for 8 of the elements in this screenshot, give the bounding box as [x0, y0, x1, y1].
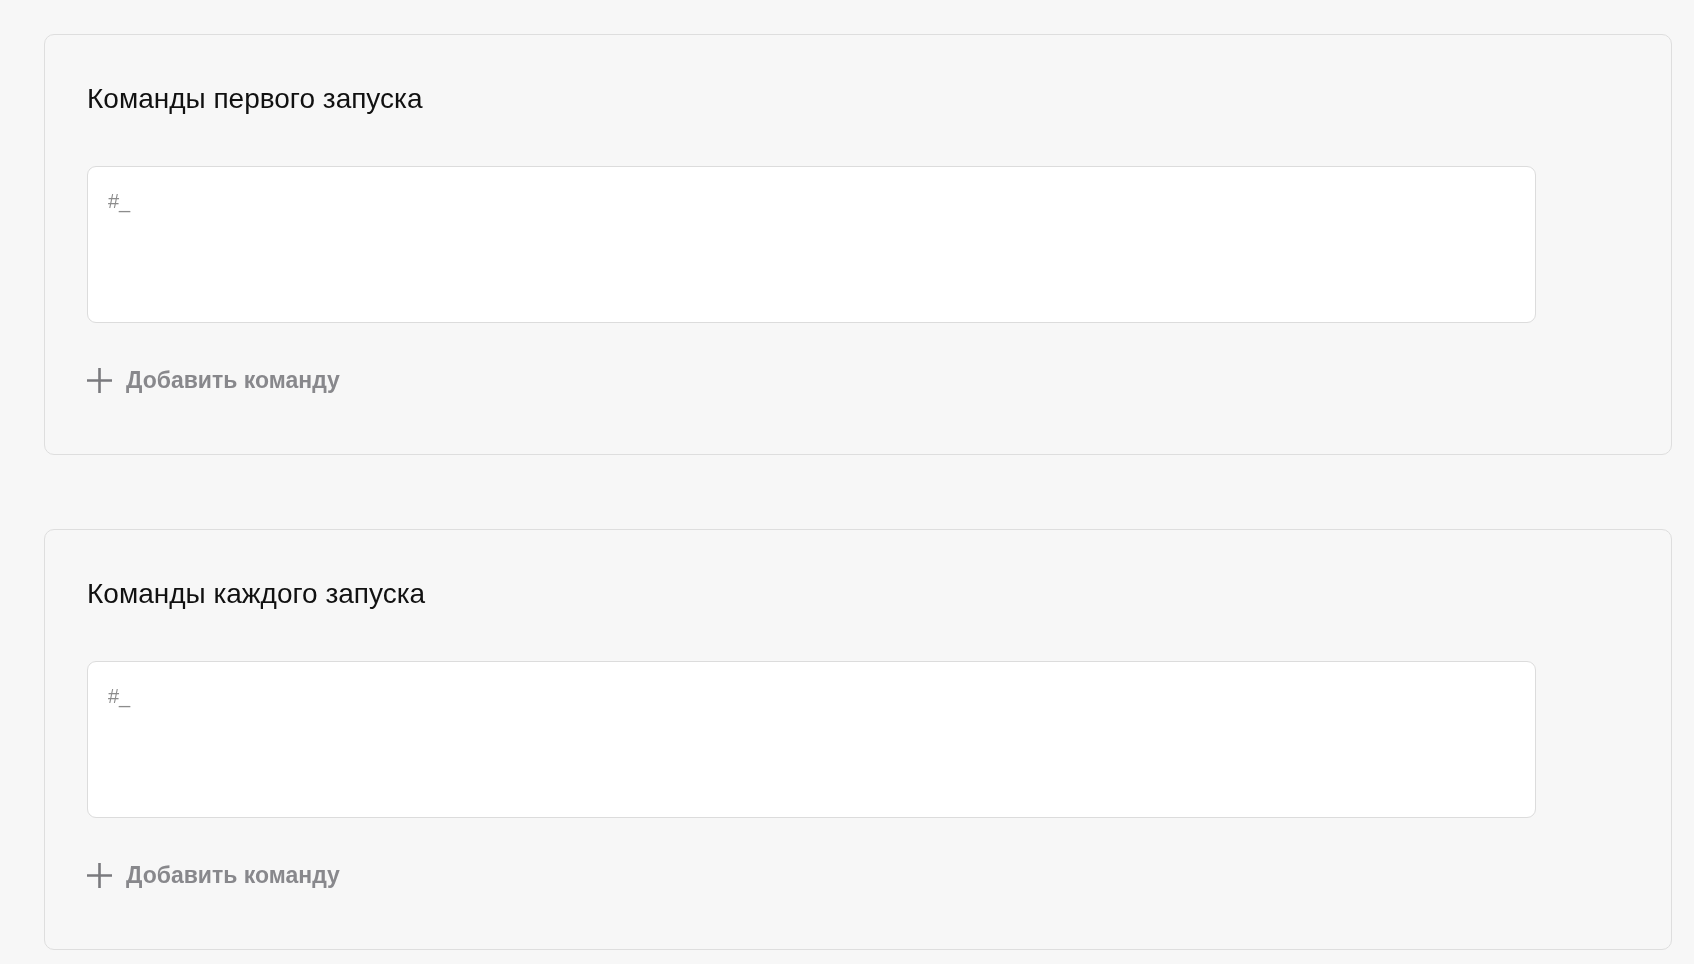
add-command-button[interactable]: Добавить команду	[87, 859, 340, 891]
section-title: Команды каждого запуска	[87, 577, 426, 611]
command-field[interactable]: #_	[87, 166, 1536, 323]
add-command-button[interactable]: Добавить команду	[87, 364, 340, 396]
plus-icon	[87, 367, 112, 393]
section-title: Команды первого запуска	[87, 82, 423, 116]
command-field[interactable]: #_	[87, 661, 1536, 818]
plus-icon	[87, 862, 112, 888]
